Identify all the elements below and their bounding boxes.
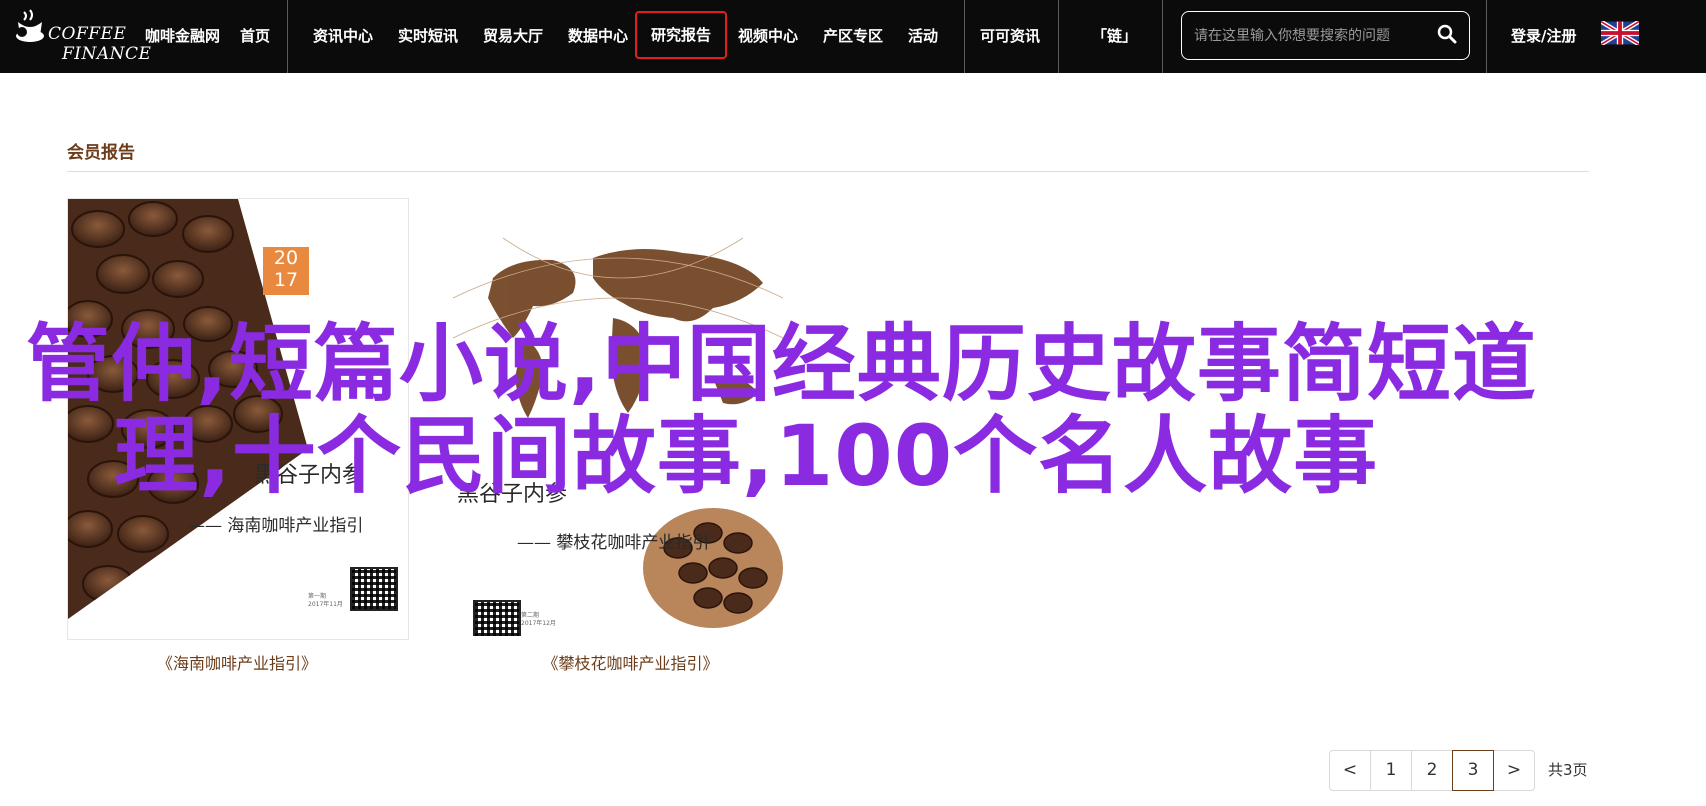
nav-origin-zone[interactable]: 产区专区 xyxy=(823,22,883,50)
nav-cocoa-news[interactable]: 可可资讯 xyxy=(980,22,1040,50)
pagination: < 1 2 3 > 共3页 xyxy=(1329,750,1588,791)
qr-code-icon xyxy=(473,600,521,636)
report-caption[interactable]: 《海南咖啡产业指引》 xyxy=(67,650,407,674)
nav-home[interactable]: 首页 xyxy=(240,22,270,50)
login-register-link[interactable]: 登录/注册 xyxy=(1511,22,1576,50)
prev-page-button[interactable]: < xyxy=(1329,750,1371,791)
page-button-1[interactable]: 1 xyxy=(1370,750,1412,791)
overlay-headline: 管仲,短篇小说,中国经典历史故事简短道 理,十个民间故事,100个名人故事 xyxy=(26,318,1676,502)
search-icon[interactable] xyxy=(1437,24,1457,44)
search-box xyxy=(1181,11,1470,60)
top-navigation-bar: COFFEE FINANCE 咖啡金融网 首页 资讯中心 实时短讯 贸易大厅 数… xyxy=(0,0,1706,73)
uk-flag-icon[interactable] xyxy=(1601,21,1639,45)
logo-text-line1: COFFEE xyxy=(48,24,127,44)
nav-video-center[interactable]: 视频中心 xyxy=(738,22,798,50)
total-pages: 共3页 xyxy=(1548,761,1588,779)
nav-divider xyxy=(964,0,965,73)
cover-date: 2017年12月 xyxy=(521,620,556,627)
headline-line1: 管仲,短篇小说,中国经典历史故事简短道 xyxy=(26,315,1537,413)
year-badge: 20 17 xyxy=(263,247,309,295)
coffee-finance-logo[interactable]: COFFEE FINANCE xyxy=(12,4,151,66)
report-caption[interactable]: 《攀枝花咖啡产业指引》 xyxy=(443,650,818,674)
coffee-cup-icon xyxy=(16,9,44,42)
cover-subtitle: —— 海南咖啡产业指引 xyxy=(188,516,364,536)
nav-divider xyxy=(1486,0,1487,73)
next-page-button[interactable]: > xyxy=(1493,750,1535,791)
search-input[interactable] xyxy=(1192,22,1426,50)
nav-news-center[interactable]: 资讯中心 xyxy=(313,22,373,50)
nav-research-reports[interactable]: 研究报告 xyxy=(635,11,728,59)
section-divider xyxy=(67,171,1589,172)
headline-line2: 理,十个民间故事,100个名人故事 xyxy=(114,407,1379,505)
qr-code-icon xyxy=(350,567,398,611)
page-button-2[interactable]: 2 xyxy=(1411,750,1453,791)
nav-divider xyxy=(1162,0,1163,73)
nav-chain[interactable]: 「链」 xyxy=(1092,22,1137,50)
nav-events[interactable]: 活动 xyxy=(908,22,938,50)
nav-data-center[interactable]: 数据中心 xyxy=(568,22,628,50)
cover-date: 2017年11月 xyxy=(308,601,343,608)
nav-trade-hall[interactable]: 贸易大厅 xyxy=(483,22,543,50)
cover-subtitle: —— 攀枝花咖啡产业指引 xyxy=(517,533,710,553)
section-title: 会员报告 xyxy=(67,143,135,163)
logo-text-line2: FINANCE xyxy=(62,44,152,64)
nav-divider xyxy=(1058,0,1059,73)
nav-coffee-finance[interactable]: 咖啡金融网 xyxy=(145,22,220,50)
nav-flash-news[interactable]: 实时短讯 xyxy=(398,22,458,50)
nav-divider xyxy=(287,0,288,73)
page-button-3-current[interactable]: 3 xyxy=(1452,750,1494,791)
